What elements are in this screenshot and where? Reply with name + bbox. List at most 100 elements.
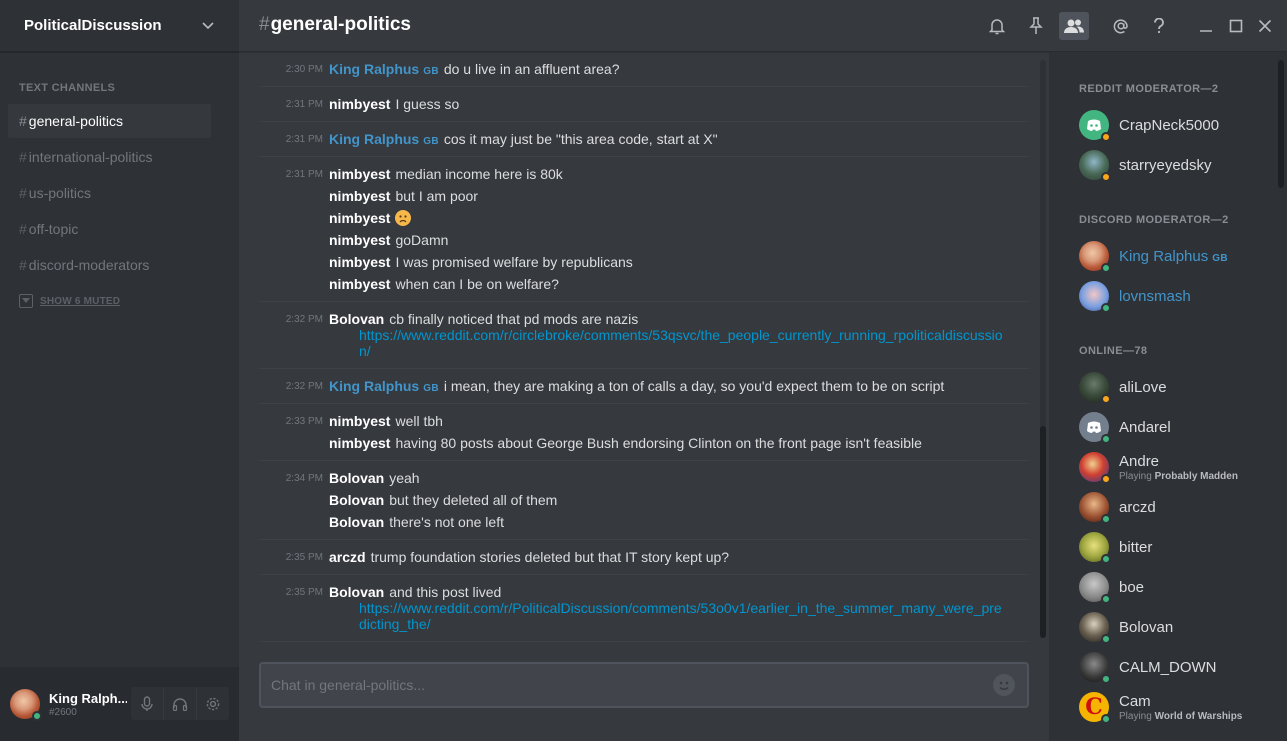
- maximize-icon[interactable]: [1221, 12, 1251, 40]
- member-item[interactable]: aliLove: [1079, 369, 1279, 405]
- username[interactable]: Bolovan: [329, 470, 384, 486]
- message-group: 2:31 PM nimbyest I guess so: [259, 87, 1029, 122]
- message-group: 2:30 PM King Ralphus GB do u live in an af…: [259, 58, 1029, 87]
- member-item[interactable]: C Cam Playing World of Warships: [1079, 689, 1279, 725]
- headphones-icon: [172, 697, 188, 711]
- member-item[interactable]: Bolovan: [1079, 609, 1279, 645]
- username-text: King Ralphus: [329, 131, 420, 147]
- username[interactable]: arczd: [329, 549, 366, 565]
- username[interactable]: King Ralphus GB: [329, 61, 439, 77]
- message: 2:32 PM Bolovan cb finally noticed that p…: [259, 309, 1029, 329]
- username[interactable]: nimbyest: [329, 188, 390, 204]
- text-channels-header[interactable]: TEXT CHANNELS: [19, 82, 115, 94]
- emoji-picker-icon[interactable]: [993, 674, 1015, 696]
- message-text: well tbh: [395, 413, 443, 429]
- message-text: and this post lived: [389, 584, 502, 600]
- member-list-icon[interactable]: [1059, 12, 1089, 40]
- online-status-icon: [1101, 714, 1111, 724]
- member-item[interactable]: arczd: [1079, 489, 1279, 525]
- show-muted-button[interactable]: SHOW 6 MUTED: [19, 294, 120, 308]
- channel-international-politics[interactable]: # international-politics: [8, 140, 211, 174]
- timestamp: 2:30 PM: [285, 63, 323, 75]
- message-text: cos it may just be "this area code, star…: [443, 131, 718, 147]
- member-item[interactable]: starryeyedsky: [1079, 147, 1279, 183]
- pin-icon[interactable]: [1021, 12, 1051, 40]
- bell-icon[interactable]: [982, 12, 1012, 40]
- channel-off-topic[interactable]: # off-topic: [8, 212, 211, 246]
- message: Bolovan but they deleted all of them: [259, 490, 1029, 510]
- username[interactable]: nimbyest: [329, 413, 390, 429]
- username[interactable]: nimbyest: [329, 96, 390, 112]
- scrollbar-thumb[interactable]: [1040, 426, 1046, 638]
- member-item[interactable]: King Ralphus GB: [1079, 238, 1279, 274]
- message-link[interactable]: https://www.reddit.com/r/PoliticalDiscus…: [359, 600, 1009, 632]
- username[interactable]: nimbyest: [329, 232, 390, 248]
- message: 2:30 PM King Ralphus GB do u live in an af…: [259, 59, 1029, 79]
- member-item[interactable]: bitter: [1079, 529, 1279, 565]
- online-status-icon: [1101, 594, 1111, 604]
- idle-status-icon: [1101, 132, 1111, 142]
- message: nimbyest I was promised welfare by republ…: [259, 252, 1029, 272]
- member-item[interactable]: CALM_DOWN: [1079, 649, 1279, 685]
- headphones-button[interactable]: [164, 687, 197, 720]
- username[interactable]: nimbyest: [329, 166, 390, 182]
- hash-icon: #: [259, 14, 270, 35]
- member-item[interactable]: lovnsmash: [1079, 278, 1279, 314]
- channel-general-politics[interactable]: # general-politics: [8, 104, 211, 138]
- chevron-down-icon[interactable]: [201, 19, 215, 33]
- username[interactable]: Bolovan: [329, 311, 384, 327]
- member-section-header: ONLINE—78: [1079, 345, 1148, 357]
- username[interactable]: nimbyest: [329, 276, 390, 292]
- username[interactable]: nimbyest: [329, 435, 390, 451]
- channel-us-politics[interactable]: # us-politics: [8, 176, 211, 210]
- timestamp: 2:35 PM: [285, 551, 323, 563]
- username[interactable]: Bolovan: [329, 492, 384, 508]
- timestamp: 2:34 PM: [285, 472, 323, 484]
- username[interactable]: Bolovan: [329, 584, 384, 600]
- member-item[interactable]: CrapNeck5000: [1079, 107, 1279, 143]
- message-text: but I am poor: [395, 188, 478, 204]
- username-text: King Ralphus: [329, 61, 420, 77]
- member-item[interactable]: boe: [1079, 569, 1279, 605]
- message-text: having 80 posts about George Bush endors…: [395, 435, 922, 451]
- settings-button[interactable]: [197, 687, 229, 720]
- message-list[interactable]: 2:30 PM King Ralphus GB do u live in an af…: [239, 52, 1040, 642]
- message-link[interactable]: https://www.reddit.com/r/circlebroke/com…: [359, 327, 1009, 359]
- chat-input[interactable]: [271, 677, 993, 693]
- message: 2:34 PM Bolovan yeah: [259, 468, 1029, 488]
- user-name: King Ralph...: [49, 690, 127, 706]
- message-scrollbar[interactable]: [1040, 60, 1046, 638]
- member-item[interactable]: Andarel: [1079, 409, 1279, 445]
- username[interactable]: nimbyest: [329, 210, 390, 226]
- avatar: [1079, 532, 1111, 564]
- mention-icon[interactable]: [1106, 12, 1136, 40]
- help-icon[interactable]: [1144, 12, 1174, 40]
- username[interactable]: King Ralphus GB: [329, 131, 439, 147]
- member-list[interactable]: REDDIT MODERATOR—2 CrapNeck5000 starryey…: [1049, 52, 1287, 741]
- country-badge: GB: [1212, 252, 1228, 264]
- server-header[interactable]: PoliticalDiscussion: [0, 0, 239, 52]
- microphone-button[interactable]: [131, 687, 164, 720]
- page-title: #general-politics: [259, 14, 411, 36]
- member-name: boe: [1119, 578, 1145, 596]
- channel-discord-moderators[interactable]: # discord-moderators: [8, 248, 211, 282]
- show-muted-label: SHOW 6 MUTED: [40, 295, 121, 307]
- avatar[interactable]: [10, 689, 42, 721]
- hash-icon: #: [19, 185, 27, 201]
- username[interactable]: nimbyest: [329, 254, 390, 270]
- channel-label: us-politics: [28, 185, 92, 201]
- close-icon[interactable]: [1250, 12, 1280, 40]
- username[interactable]: King Ralphus GB: [329, 378, 439, 394]
- username[interactable]: Bolovan: [329, 514, 384, 530]
- minimize-icon[interactable]: [1191, 12, 1221, 40]
- message-text: cb finally noticed that pd mods are nazi…: [389, 311, 639, 327]
- member-item[interactable]: Andre Playing Probably Madden: [1079, 449, 1279, 485]
- timestamp: 2:33 PM: [285, 415, 323, 427]
- chevron-down-icon: [19, 294, 33, 308]
- timestamp: 2:31 PM: [285, 168, 323, 180]
- timestamp: 2:31 PM: [285, 133, 323, 145]
- idle-status-icon: [1101, 474, 1111, 484]
- online-status-icon: [1101, 514, 1111, 524]
- message: 2:35 PM Bolovan and this post lived: [259, 582, 1029, 602]
- avatar: [1079, 150, 1111, 182]
